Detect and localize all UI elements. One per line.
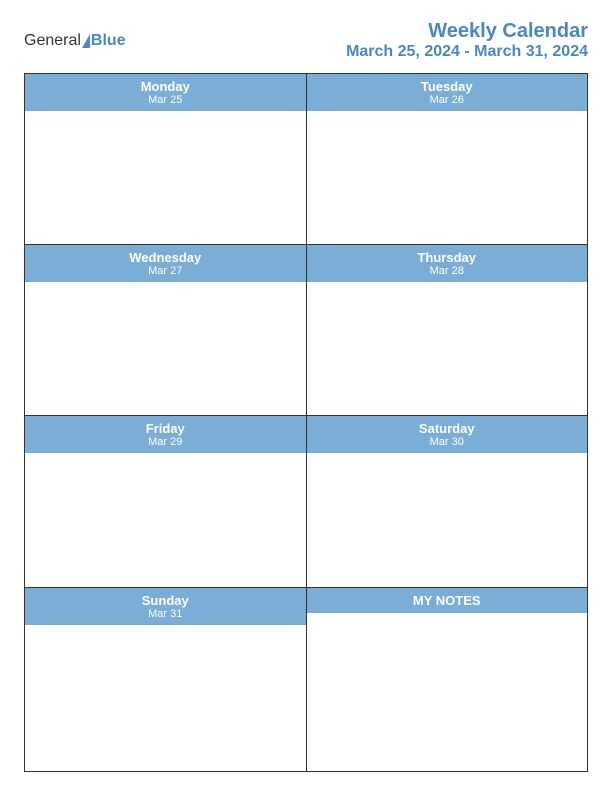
monday-body: [25, 111, 306, 244]
calendar-title: Weekly Calendar: [346, 20, 588, 43]
cell-saturday: Saturday Mar 30: [307, 416, 588, 586]
friday-day-label: Friday: [25, 421, 306, 436]
wednesday-date-label: Mar 27: [25, 265, 306, 277]
tuesday-header: Tuesday Mar 26: [307, 74, 588, 111]
friday-body: [25, 453, 306, 586]
logo-general: General: [24, 32, 81, 50]
monday-header: Monday Mar 25: [25, 74, 306, 111]
calendar-date-range: March 25, 2024 - March 31, 2024: [346, 43, 588, 61]
friday-header: Friday Mar 29: [25, 416, 306, 453]
calendar-grid: Monday Mar 25 Tuesday Mar 26 Wednesday M…: [24, 73, 588, 772]
saturday-body: [307, 453, 588, 586]
cell-wednesday: Wednesday Mar 27: [25, 245, 307, 415]
saturday-header: Saturday Mar 30: [307, 416, 588, 453]
cell-notes: MY NOTES: [307, 588, 588, 771]
notes-body: [307, 613, 588, 771]
notes-header: MY NOTES: [307, 588, 588, 613]
sunday-day-label: Sunday: [25, 593, 306, 608]
page: General Blue Weekly Calendar March 25, 2…: [0, 0, 612, 792]
wednesday-header: Wednesday Mar 27: [25, 245, 306, 282]
sunday-body: [25, 625, 306, 771]
saturday-date-label: Mar 30: [307, 436, 588, 448]
thursday-day-label: Thursday: [307, 250, 588, 265]
logo-blue: Blue: [91, 32, 126, 50]
row-friday-saturday: Friday Mar 29 Saturday Mar 30: [25, 416, 587, 587]
cell-sunday: Sunday Mar 31: [25, 588, 307, 771]
sunday-header: Sunday Mar 31: [25, 588, 306, 625]
wednesday-day-label: Wednesday: [25, 250, 306, 265]
logo-text: General Blue: [24, 32, 126, 50]
friday-date-label: Mar 29: [25, 436, 306, 448]
thursday-header: Thursday Mar 28: [307, 245, 588, 282]
thursday-date-label: Mar 28: [307, 265, 588, 277]
thursday-body: [307, 282, 588, 415]
tuesday-date-label: Mar 26: [307, 94, 588, 106]
cell-tuesday: Tuesday Mar 26: [307, 74, 588, 244]
tuesday-body: [307, 111, 588, 244]
row-sunday-notes: Sunday Mar 31 MY NOTES: [25, 588, 587, 771]
cell-monday: Monday Mar 25: [25, 74, 307, 244]
monday-day-label: Monday: [25, 79, 306, 94]
row-wednesday-thursday: Wednesday Mar 27 Thursday Mar 28: [25, 245, 587, 416]
header: General Blue Weekly Calendar March 25, 2…: [24, 20, 588, 61]
notes-label: MY NOTES: [413, 593, 481, 608]
title-container: Weekly Calendar March 25, 2024 - March 3…: [346, 20, 588, 61]
row-monday-tuesday: Monday Mar 25 Tuesday Mar 26: [25, 74, 587, 245]
saturday-day-label: Saturday: [307, 421, 588, 436]
cell-friday: Friday Mar 29: [25, 416, 307, 586]
logo: General Blue: [24, 32, 126, 50]
sunday-date-label: Mar 31: [25, 608, 306, 620]
tuesday-day-label: Tuesday: [307, 79, 588, 94]
monday-date-label: Mar 25: [25, 94, 306, 106]
cell-thursday: Thursday Mar 28: [307, 245, 588, 415]
wednesday-body: [25, 282, 306, 415]
logo-triangle-icon: [82, 34, 90, 48]
